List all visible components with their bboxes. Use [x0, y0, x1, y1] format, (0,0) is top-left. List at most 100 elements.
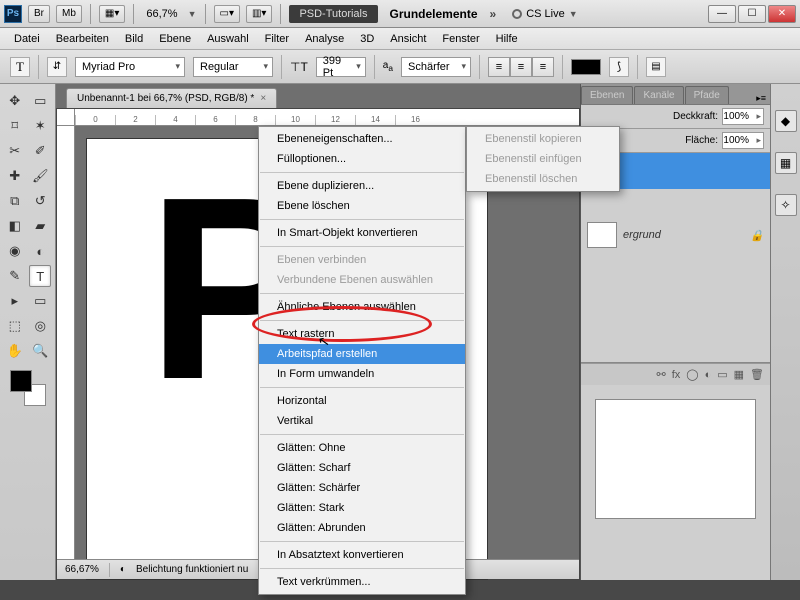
font-size-dropdown[interactable]: 399 Pt — [316, 57, 366, 77]
horizontal-ruler[interactable]: 0246810121416 — [75, 109, 579, 126]
type-tool[interactable]: T — [29, 265, 51, 287]
menu-hilfe[interactable]: Hilfe — [488, 30, 526, 48]
tab-pfade[interactable]: Pfade — [685, 86, 729, 104]
menu-bearbeiten[interactable]: Bearbeiten — [48, 30, 117, 48]
tool-preset-icon[interactable]: T — [10, 57, 30, 77]
menu-bild[interactable]: Bild — [117, 30, 151, 48]
menu-item[interactable]: Text rastern — [259, 324, 465, 344]
menu-item[interactable]: Fülloptionen... — [259, 149, 465, 169]
maximize-button[interactable]: ☐ — [738, 5, 766, 23]
menu-3d[interactable]: 3D — [352, 30, 382, 48]
gradient-tool[interactable]: ▰ — [29, 215, 51, 237]
menu-item[interactable]: In Smart-Objekt konvertieren — [259, 223, 465, 243]
zoom-display[interactable]: 66,7% — [142, 8, 181, 20]
font-style-dropdown[interactable]: Regular — [193, 57, 273, 77]
tab-ebenen[interactable]: Ebenen — [581, 86, 633, 104]
screen-mode-button[interactable]: ▦▾ — [99, 5, 125, 23]
vertical-ruler[interactable] — [57, 126, 75, 579]
fill-input[interactable]: 100% — [722, 132, 764, 149]
character-panel-button[interactable]: ▤ — [646, 57, 666, 77]
menu-fenster[interactable]: Fenster — [434, 30, 487, 48]
move-tool[interactable]: ✥ — [4, 90, 26, 112]
font-orientation-button[interactable]: ⇵ — [47, 57, 67, 77]
bridge-button[interactable]: Br — [28, 5, 50, 23]
layer-thumb[interactable] — [587, 222, 617, 248]
group-icon[interactable]: ▭ — [717, 368, 727, 381]
dock-color-icon[interactable]: ◆ — [775, 110, 797, 132]
path-select-tool[interactable]: ▸ — [4, 290, 26, 312]
new-layer-icon[interactable]: ▦ — [734, 368, 744, 381]
font-family-dropdown[interactable]: Myriad Pro — [75, 57, 185, 77]
healing-tool[interactable]: ✚ — [4, 165, 26, 187]
eyedropper-tool[interactable]: ✐ — [29, 140, 51, 162]
dock-styles-icon[interactable]: ✧ — [775, 194, 797, 216]
cslive-button[interactable]: CS Live▼ — [512, 8, 577, 20]
eraser-tool[interactable]: ◧ — [4, 215, 26, 237]
menu-item[interactable]: Glätten: Stark — [259, 498, 465, 518]
ruler-origin[interactable] — [57, 109, 75, 126]
menu-item[interactable]: Vertikal — [259, 411, 465, 431]
menu-item[interactable]: Horizontal — [259, 391, 465, 411]
status-zoom[interactable]: 66,67% — [65, 564, 99, 575]
crop-tool[interactable]: ✂ — [4, 140, 26, 162]
align-left-button[interactable]: ≡ — [488, 57, 510, 77]
magic-wand-tool[interactable]: ✶ — [29, 115, 51, 137]
menu-item[interactable]: In Absatztext konvertieren — [259, 545, 465, 565]
opacity-input[interactable]: 100% — [722, 108, 764, 125]
workspace-switcher[interactable]: PSD-Tutorials — [289, 5, 377, 23]
pen-tool[interactable]: ✎ — [4, 265, 26, 287]
stamp-tool[interactable]: ⧉ — [4, 190, 26, 212]
menu-item[interactable]: Ähnliche Ebenen auswählen — [259, 297, 465, 317]
marquee-tool[interactable]: ▭ — [29, 90, 51, 112]
dock-swatches-icon[interactable]: ▦ — [775, 152, 797, 174]
menu-item[interactable]: Ebene löschen — [259, 196, 465, 216]
menu-filter[interactable]: Filter — [257, 30, 297, 48]
dodge-tool[interactable]: ◐ — [29, 240, 51, 262]
minimize-button[interactable]: — — [708, 5, 736, 23]
menu-auswahl[interactable]: Auswahl — [199, 30, 257, 48]
panel-menu-icon[interactable]: ▸≡ — [752, 93, 770, 104]
menu-item[interactable]: Ebene duplizieren... — [259, 176, 465, 196]
delete-layer-icon[interactable]: 🗑 — [750, 368, 764, 381]
close-button[interactable]: ✕ — [768, 5, 796, 23]
menu-item[interactable]: Glätten: Scharf — [259, 458, 465, 478]
layer-style-icon[interactable]: fx — [672, 369, 681, 381]
menu-analyse[interactable]: Analyse — [297, 30, 352, 48]
text-color-swatch[interactable] — [571, 59, 601, 75]
antialias-dropdown[interactable]: Schärfer — [401, 57, 471, 77]
adjustment-layer-icon[interactable]: ◐ — [705, 369, 712, 381]
tab-kanaele[interactable]: Kanäle — [634, 86, 683, 104]
blur-tool[interactable]: ◉ — [4, 240, 26, 262]
menu-item[interactable]: Text verkrümmen... — [259, 572, 465, 592]
hand-tool[interactable]: ✋ — [4, 340, 26, 362]
align-right-button[interactable]: ≡ — [532, 57, 554, 77]
menu-item[interactable]: Glätten: Abrunden — [259, 518, 465, 538]
document-tab[interactable]: Unbenannt-1 bei 66,7% (PSD, RGB/8) * × — [66, 88, 277, 108]
layer-name[interactable]: ergrund — [623, 229, 661, 241]
menu-item[interactable]: Arbeitspfad erstellen — [259, 344, 465, 364]
color-picker[interactable] — [10, 370, 46, 406]
warp-text-button[interactable]: ⟆ — [609, 57, 629, 77]
extras-button[interactable]: ▭▾ — [214, 5, 240, 23]
zoom-tool[interactable]: 🔍 — [29, 340, 51, 362]
lasso-tool[interactable]: ⌑ — [4, 115, 26, 137]
menu-ebene[interactable]: Ebene — [151, 30, 199, 48]
menu-item[interactable]: Ebeneneigenschaften... — [259, 129, 465, 149]
brush-tool[interactable]: 🖌 — [29, 165, 51, 187]
layer-background[interactable]: ergrund 🔒 — [581, 217, 770, 253]
3d-tool[interactable]: ⬚ — [4, 315, 26, 337]
arrange-button[interactable]: ▥▾ — [246, 5, 272, 23]
menu-item[interactable]: In Form umwandeln — [259, 364, 465, 384]
history-brush-tool[interactable]: ↺ — [29, 190, 51, 212]
layer-mask-icon[interactable]: ◯ — [686, 368, 698, 381]
tab-close-icon[interactable]: × — [260, 93, 266, 104]
minibridge-button[interactable]: Mb — [56, 5, 82, 23]
menu-item[interactable]: Glätten: Schärfer — [259, 478, 465, 498]
menu-ansicht[interactable]: Ansicht — [382, 30, 434, 48]
workspace-more-icon[interactable]: » — [490, 7, 497, 21]
menu-datei[interactable]: Datei — [6, 30, 48, 48]
menu-item[interactable]: Glätten: Ohne — [259, 438, 465, 458]
link-layers-icon[interactable]: ⚯ — [656, 368, 665, 381]
shape-tool[interactable]: ▭ — [29, 290, 51, 312]
align-center-button[interactable]: ≡ — [510, 57, 532, 77]
